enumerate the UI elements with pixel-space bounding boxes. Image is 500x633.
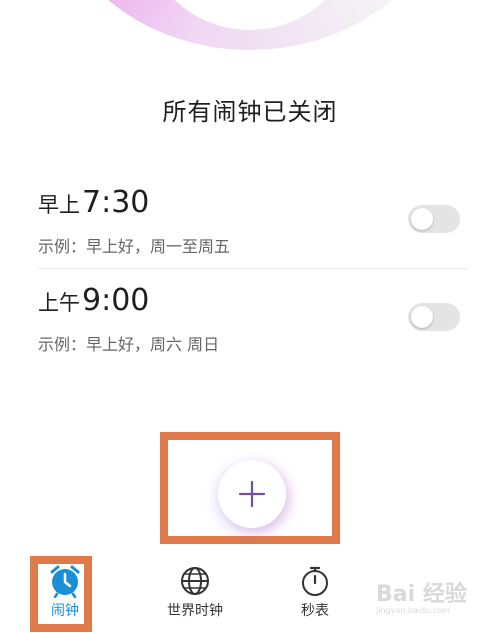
nav-label-stopwatch: 秒表 — [301, 603, 329, 619]
alarm-period: 上午 — [38, 291, 80, 315]
alarm-period: 早上 — [38, 193, 80, 217]
nav-item-world-clock[interactable]: 世界时钟 — [140, 552, 250, 620]
highlight-box — [30, 556, 92, 632]
alarm-time: 早上7:30 — [38, 185, 149, 220]
alarm-time: 上午9:00 — [38, 283, 149, 318]
globe-icon — [181, 567, 209, 595]
page-title: 所有闹钟已关闭 — [162, 98, 338, 126]
alarm-clock-time: 9:00 — [82, 283, 150, 318]
watermark-subtext: jingyan.baidu.com — [376, 606, 450, 615]
stopwatch-icon — [302, 566, 328, 596]
nav-item-stopwatch[interactable]: 秒表 — [260, 552, 370, 620]
plus-icon — [238, 480, 266, 508]
watermark-text: Bai 经验 — [376, 582, 467, 607]
alarm-item[interactable]: 早上7:30 示例：早上好，周一至周五 — [38, 185, 468, 275]
toggle-knob — [411, 208, 433, 230]
alarm-clock-time: 7:30 — [82, 185, 150, 220]
alarm-description: 示例：早上好，周六 周日 — [38, 335, 220, 354]
alarm-item[interactable]: 上午9:00 示例：早上好，周六 周日 — [38, 283, 468, 373]
add-alarm-button[interactable] — [218, 460, 286, 528]
watermark-logo: Bai 经验 jingyan.baidu.com — [376, 584, 492, 624]
alarm-toggle[interactable] — [408, 303, 460, 331]
toggle-knob — [411, 306, 433, 328]
alarm-description: 示例：早上好，周一至周五 — [38, 237, 231, 256]
alarm-toggle[interactable] — [408, 205, 460, 233]
nav-label-world-clock: 世界时钟 — [167, 603, 223, 619]
divider — [38, 268, 468, 269]
